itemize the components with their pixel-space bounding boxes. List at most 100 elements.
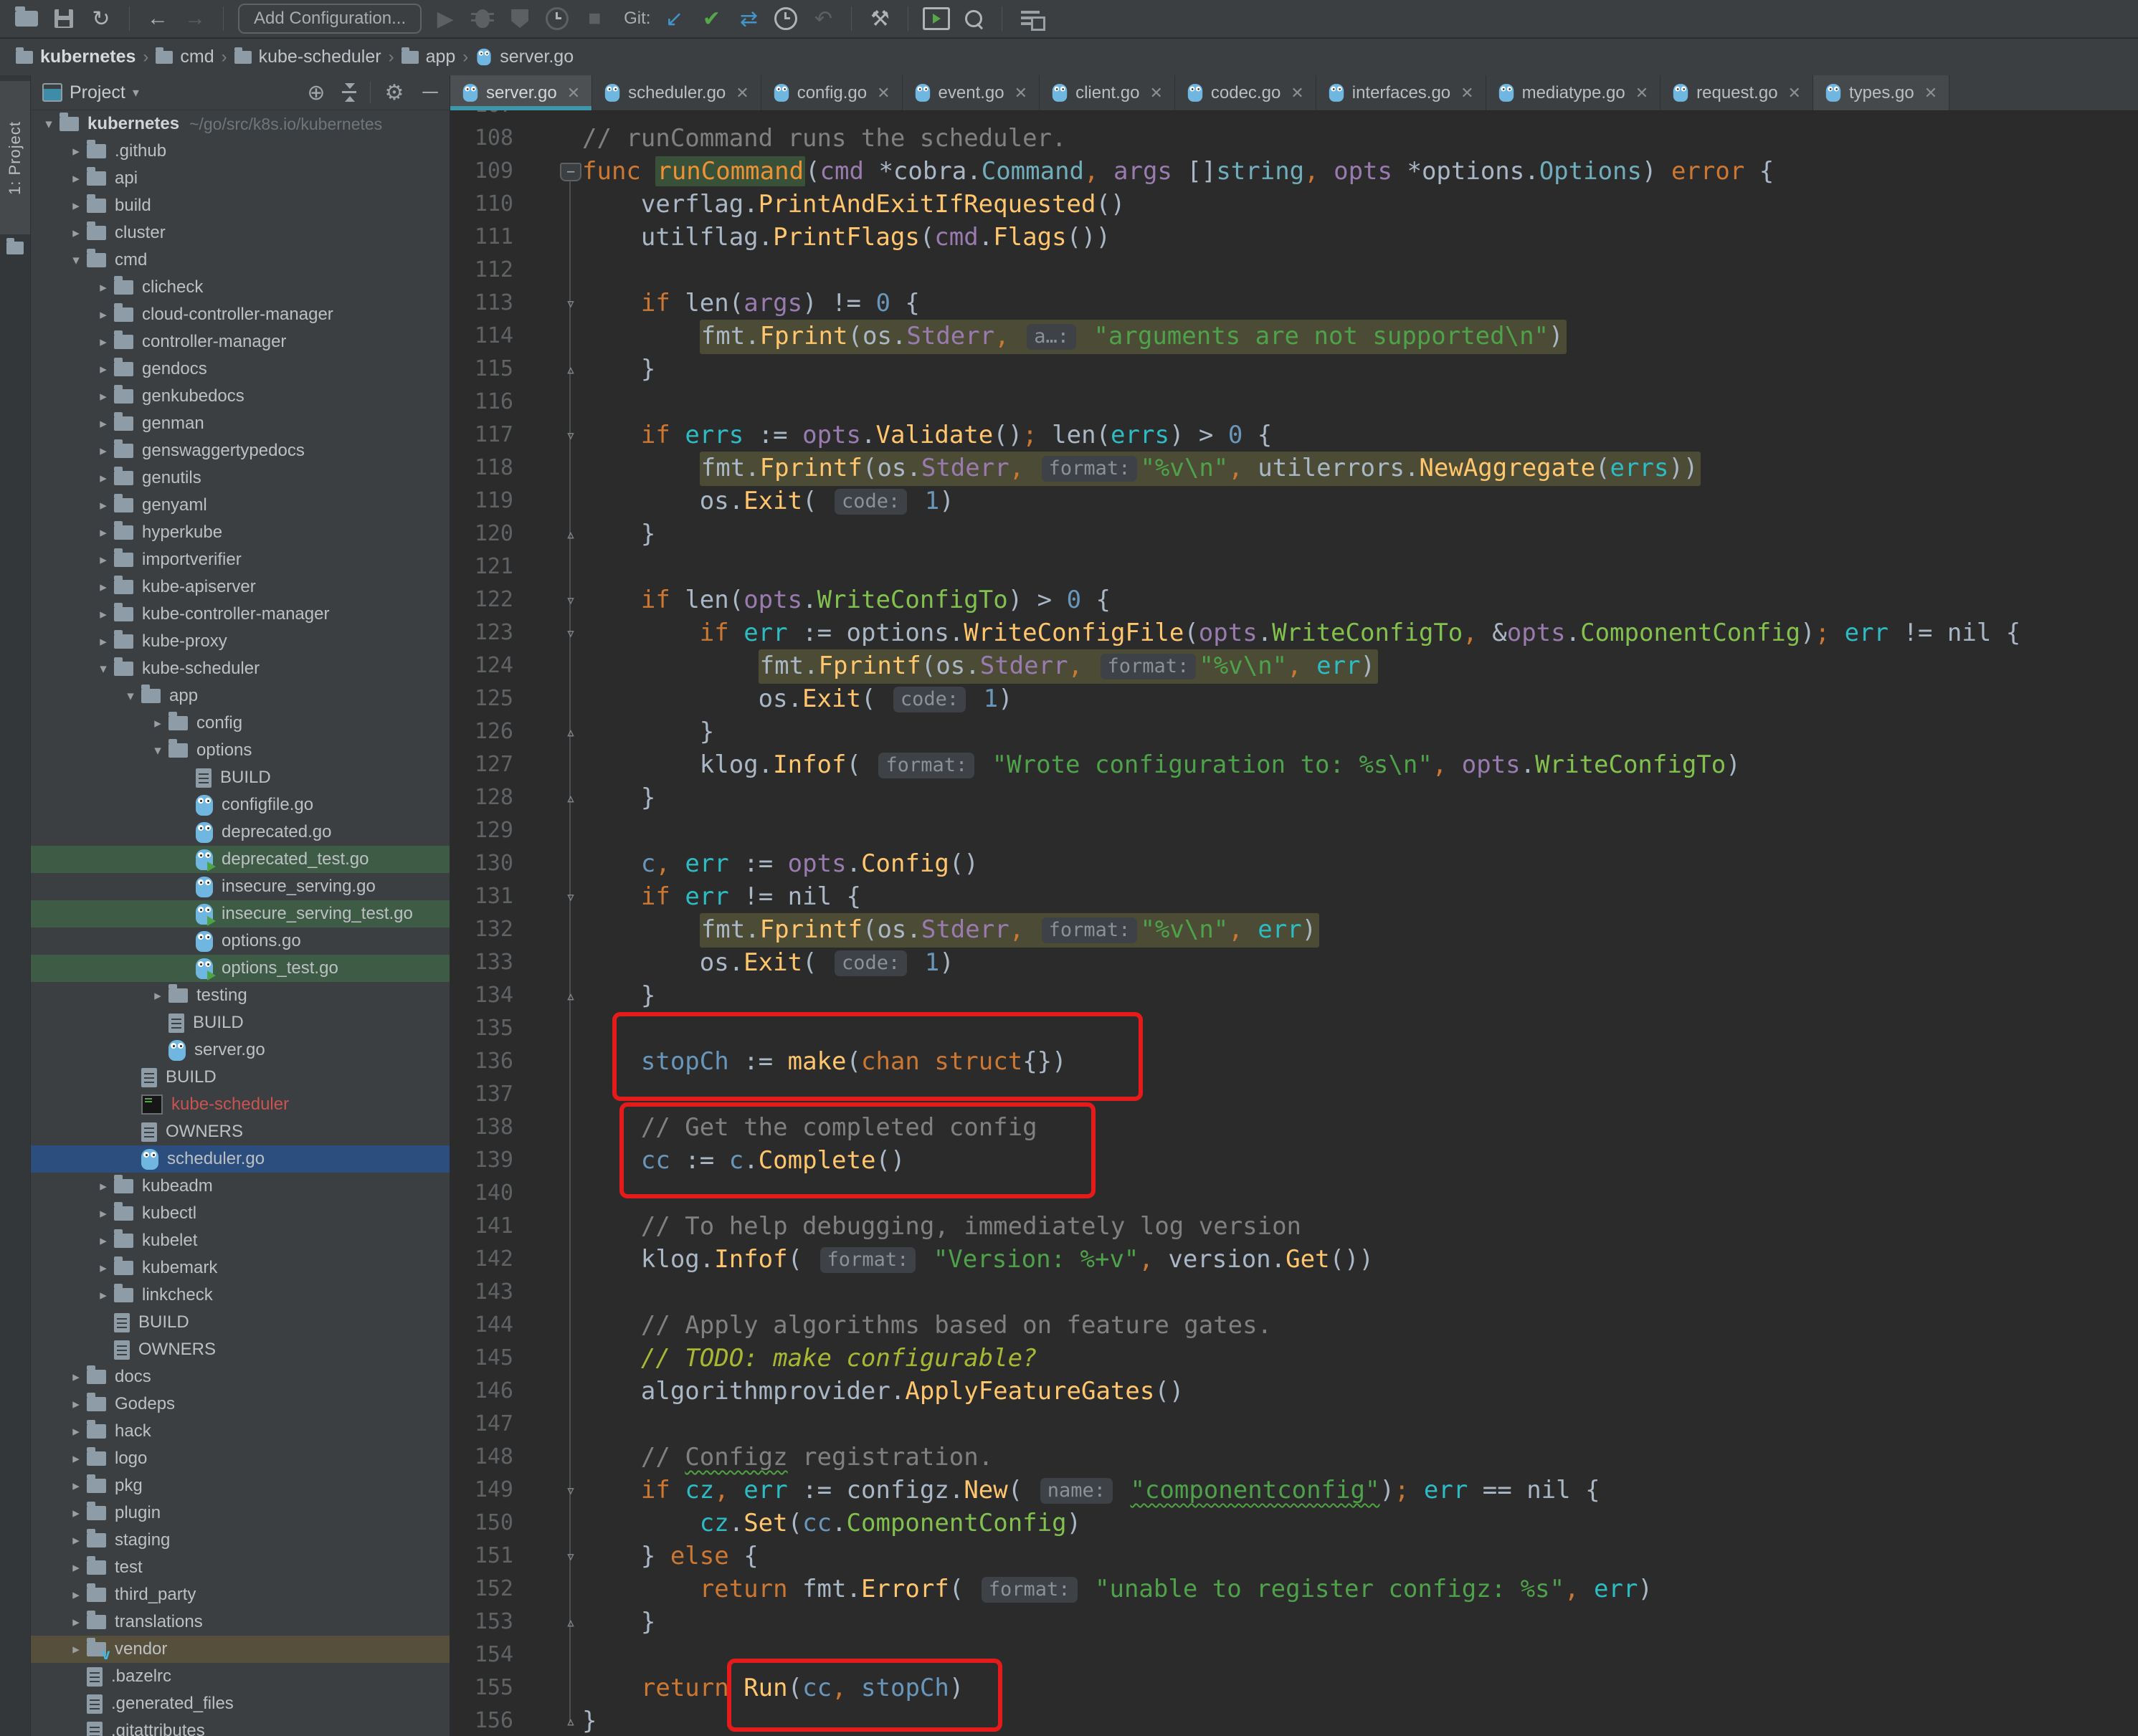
chevron-collapsed-icon[interactable]: ▸ [92,497,114,514]
chevron-expanded-icon[interactable]: ▾ [120,688,141,705]
close-icon[interactable]: ✕ [1015,84,1027,102]
add-configuration-button[interactable]: Add Configuration... [238,4,422,34]
tree-item-genman[interactable]: ▸genman [31,410,450,437]
tree-item-docs[interactable]: ▸docs [31,1363,450,1391]
chevron-collapsed-icon[interactable]: ▸ [65,1614,87,1631]
fold-marker-down[interactable]: ▿ [556,583,585,616]
fold-marker-down[interactable]: ▿ [556,287,585,320]
tab-client.go[interactable]: client.go✕ [1040,75,1175,110]
code-line[interactable]: 108// runCommand runs the scheduler. [450,122,2138,155]
tab-scheduler.go[interactable]: scheduler.go✕ [592,75,761,110]
code-line[interactable]: 111 utilflag.PrintFlags(cmd.Flags()) [450,221,2138,254]
chevron-collapsed-icon[interactable]: ▸ [92,1233,114,1249]
code-line[interactable]: 109−func runCommand(cmd *cobra.Command, … [450,155,2138,188]
code-line[interactable]: 121 [450,550,2138,583]
code-line[interactable]: 123▿ if err := options.WriteConfigFile(o… [450,616,2138,649]
chevron-collapsed-icon[interactable]: ▸ [65,1587,87,1603]
chevron-collapsed-icon[interactable]: ▸ [92,307,114,323]
tree-item-BUILD[interactable]: BUILD [31,1309,450,1336]
tree-item-genutils[interactable]: ▸genutils [31,464,450,492]
fold-marker-up[interactable]: ▵ [556,518,585,550]
code-line[interactable]: 145 // TODO: make configurable? [450,1342,2138,1375]
tree-item-configfile.go[interactable]: configfile.go [31,791,450,819]
tree-item-OWNERS[interactable]: OWNERS [31,1336,450,1363]
code-line[interactable]: 154 [450,1639,2138,1671]
save-all-icon[interactable] [50,5,77,32]
chevron-collapsed-icon[interactable]: ▸ [65,1505,87,1522]
breadcrumb-item[interactable]: app [402,47,456,67]
code-line[interactable]: 114 fmt.Fprint(os.Stderr, a…: "arguments… [450,320,2138,353]
chevron-collapsed-icon[interactable]: ▸ [92,443,114,459]
chevron-collapsed-icon[interactable]: ▸ [65,1560,87,1576]
stop-icon[interactable]: ■ [581,5,608,32]
git-merge-icon[interactable]: ⇄ [735,5,762,32]
tree-item-api[interactable]: ▸api [31,165,450,192]
code-area[interactable]: 107108// runCommand runs the scheduler.1… [450,110,2138,1736]
tree-item-deprecated_test.go[interactable]: deprecated_test.go [31,846,450,873]
hide-panel-icon[interactable]: ─ [418,80,442,105]
run-icon[interactable]: ▶ [432,5,459,32]
chevron-collapsed-icon[interactable]: ▸ [92,470,114,487]
code-line[interactable]: 124 fmt.Fprintf(os.Stderr, format:"%v\n"… [450,649,2138,682]
tree-item-cluster[interactable]: ▸cluster [31,219,450,247]
coverage-icon[interactable] [506,5,533,32]
chevron-down-icon[interactable]: ▾ [133,85,139,100]
code-line[interactable]: 115▵ } [450,353,2138,386]
memory-indicator-icon[interactable] [1017,5,1044,32]
tree-item-genswaggertypedocs[interactable]: ▸genswaggertypedocs [31,437,450,464]
tab-config.go[interactable]: config.go✕ [761,75,903,110]
tree-item-Godeps[interactable]: ▸Godeps [31,1391,450,1418]
code-line[interactable]: 126▵ } [450,715,2138,748]
tab-codec.go[interactable]: codec.go✕ [1175,75,1316,110]
tree-item-hyperkube[interactable]: ▸hyperkube [31,519,450,546]
tree-item-plugin[interactable]: ▸plugin [31,1499,450,1527]
tree-item-third_party[interactable]: ▸third_party [31,1581,450,1608]
tree-item-pkg[interactable]: ▸pkg [31,1472,450,1499]
tree-item-vendor[interactable]: ▸vvendor [31,1636,450,1663]
code-line[interactable]: 132 fmt.Fprintf(os.Stderr, format:"%v\n"… [450,913,2138,946]
tree-item-insecure_serving_test.go[interactable]: insecure_serving_test.go [31,900,450,927]
git-commit-icon[interactable]: ✔ [698,5,725,32]
code-line[interactable]: 128▵ } [450,781,2138,814]
tree-item-genkubedocs[interactable]: ▸genkubedocs [31,383,450,410]
close-icon[interactable]: ✕ [1788,84,1801,102]
code-line[interactable]: 125 os.Exit( code: 1) [450,682,2138,715]
tree-item-clicheck[interactable]: ▸clicheck [31,274,450,301]
chevron-collapsed-icon[interactable]: ▸ [92,1287,114,1304]
tree-item-logo[interactable]: ▸logo [31,1445,450,1472]
tree-item-config[interactable]: ▸config [31,710,450,737]
code-line[interactable]: 151▿ } else { [450,1540,2138,1573]
code-line[interactable]: 144 // Apply algorithms based on feature… [450,1309,2138,1342]
code-line[interactable]: 139 cc := c.Complete() [450,1144,2138,1177]
chevron-collapsed-icon[interactable]: ▸ [147,988,168,1004]
close-icon[interactable]: ✕ [736,84,749,102]
tree-item-kubemark[interactable]: ▸kubemark [31,1254,450,1282]
breadcrumb-item[interactable]: cmd [156,47,214,67]
tree-item-staging[interactable]: ▸staging [31,1527,450,1554]
chevron-collapsed-icon[interactable]: ▸ [65,1396,87,1413]
open-folder-icon[interactable] [13,5,40,32]
chevron-collapsed-icon[interactable]: ▸ [92,334,114,350]
fold-marker-up[interactable]: ▵ [556,715,585,748]
tree-item-testing[interactable]: ▸testing [31,982,450,1009]
tree-item-kubectl[interactable]: ▸kubectl [31,1200,450,1227]
code-line[interactable]: 147 [450,1408,2138,1441]
code-line[interactable]: 155 return Run(cc, stopCh) [450,1671,2138,1704]
fold-marker-up[interactable]: ▵ [556,1704,585,1736]
fold-marker-up[interactable]: ▵ [556,979,585,1012]
fold-marker-down[interactable]: ▿ [556,419,585,452]
chevron-collapsed-icon[interactable]: ▸ [92,579,114,596]
project-panel-title[interactable]: Project [70,82,125,103]
code-line[interactable]: 148 // Configz registration. [450,1441,2138,1474]
code-line[interactable]: 134▵ } [450,979,2138,1012]
chevron-collapsed-icon[interactable]: ▸ [92,552,114,568]
git-history-icon[interactable] [772,5,799,32]
tree-item-insecure_serving.go[interactable]: insecure_serving.go [31,873,450,900]
code-line[interactable]: 156▵} [450,1704,2138,1736]
code-line[interactable]: 135 [450,1012,2138,1045]
chevron-collapsed-icon[interactable]: ▸ [147,715,168,732]
tree-item-server.go[interactable]: server.go [31,1036,450,1064]
code-line[interactable]: 149▿ if cz, err := configz.New( name: "c… [450,1474,2138,1507]
git-rollback-icon[interactable]: ↶ [809,5,837,32]
tree-item-BUILD[interactable]: BUILD [31,1064,450,1091]
